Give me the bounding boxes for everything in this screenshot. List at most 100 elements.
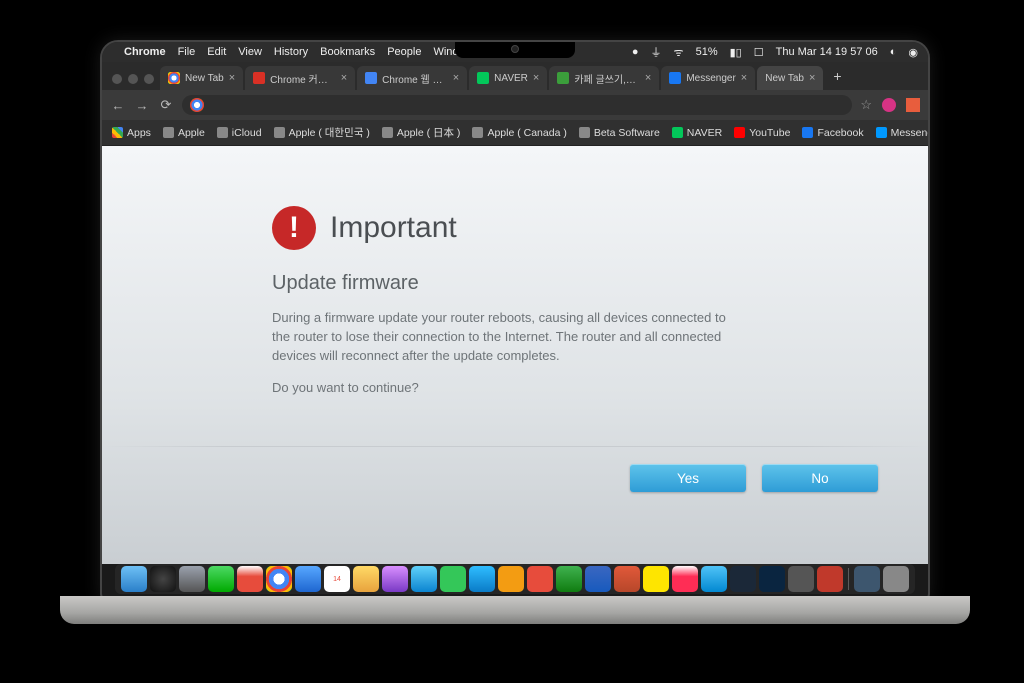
tab-0[interactable]: New Tab×: [160, 66, 243, 90]
dock-item[interactable]: [759, 566, 785, 592]
bookmark-icon: [802, 127, 813, 138]
favicon: [477, 72, 489, 84]
favicon: [669, 72, 681, 84]
close-icon[interactable]: ×: [645, 72, 651, 84]
menu-edit[interactable]: Edit: [207, 46, 226, 58]
back-button[interactable]: ←: [110, 98, 126, 113]
close-icon[interactable]: ×: [533, 72, 539, 84]
close-icon[interactable]: ×: [229, 72, 235, 84]
extension-icon[interactable]: [906, 98, 920, 112]
address-bar[interactable]: [182, 95, 852, 115]
extension-icon[interactable]: [882, 98, 896, 112]
bookmark-item[interactable]: Apple ( 대한민국 ): [274, 125, 370, 140]
close-dot[interactable]: [112, 74, 122, 84]
tab-5[interactable]: Messenger×: [661, 66, 755, 90]
app-menu[interactable]: Chrome: [124, 46, 166, 58]
tab-1[interactable]: Chrome 커뮤니티 - 'N×: [245, 66, 355, 90]
dock-item[interactable]: [411, 566, 437, 592]
dock-excel[interactable]: [556, 566, 582, 592]
bookmark-item[interactable]: iCloud: [217, 127, 262, 139]
laptop-base: [60, 596, 970, 624]
dock-steam[interactable]: [730, 566, 756, 592]
favicon: [365, 72, 377, 84]
datetime[interactable]: Thu Mar 14 19 57 06: [776, 46, 878, 58]
reload-button[interactable]: ⟳: [158, 97, 174, 113]
siri-icon[interactable]: ◉: [908, 46, 918, 59]
macos-dock: 14: [115, 564, 915, 594]
dock-trash[interactable]: [883, 566, 909, 592]
status-icon[interactable]: ●: [632, 46, 639, 58]
bookmark-item[interactable]: Apple: [163, 127, 205, 139]
menu-bookmarks[interactable]: Bookmarks: [320, 46, 375, 58]
bookmark-item[interactable]: Apple ( Canada ): [472, 127, 566, 139]
dock-messages[interactable]: [440, 566, 466, 592]
dock-item[interactable]: [382, 566, 408, 592]
dock-powerpoint[interactable]: [614, 566, 640, 592]
forward-button[interactable]: →: [134, 98, 150, 113]
menu-history[interactable]: History: [274, 46, 308, 58]
minimize-dot[interactable]: [128, 74, 138, 84]
search-engine-icon: [190, 98, 204, 112]
close-icon[interactable]: ×: [341, 72, 347, 84]
dock-kakaotalk[interactable]: [643, 566, 669, 592]
new-tab-button[interactable]: +: [825, 68, 849, 90]
dock-downloads[interactable]: [854, 566, 880, 592]
close-icon[interactable]: ×: [809, 72, 815, 84]
close-icon[interactable]: ×: [741, 72, 747, 84]
dialog-question: Do you want to continue?: [272, 380, 802, 395]
wifi-icon-2[interactable]: ᯤ: [674, 45, 684, 60]
dock-word[interactable]: [585, 566, 611, 592]
bookmark-icon: [274, 127, 285, 138]
dock-item[interactable]: [498, 566, 524, 592]
bookmark-item[interactable]: NAVER: [672, 127, 722, 139]
tab-4[interactable]: 카페 글쓰기,맥 쓰는 사×: [549, 66, 659, 90]
spotlight-icon[interactable]: ◐: [890, 46, 897, 58]
dock-item[interactable]: [353, 566, 379, 592]
language-icon[interactable]: ☐: [754, 46, 764, 59]
yes-button[interactable]: Yes: [630, 464, 746, 492]
close-icon[interactable]: ×: [453, 72, 459, 84]
maximize-dot[interactable]: [144, 74, 154, 84]
tab-3[interactable]: NAVER×: [469, 66, 547, 90]
dock-item[interactable]: [527, 566, 553, 592]
bookmark-star-icon[interactable]: ☆: [860, 97, 872, 113]
dock-item[interactable]: [237, 566, 263, 592]
wifi-icon[interactable]: ⏚: [651, 44, 662, 60]
dock-item[interactable]: [469, 566, 495, 592]
favicon: [253, 72, 265, 84]
firmware-dialog: ! Important Update firmware During a fir…: [272, 206, 802, 395]
tab-2[interactable]: Chrome 웹 스토어 - In×: [357, 66, 467, 90]
bookmark-item[interactable]: Messenger: [876, 127, 928, 139]
dock-settings[interactable]: [788, 566, 814, 592]
bookmark-icon: [579, 127, 590, 138]
dock-item[interactable]: [817, 566, 843, 592]
dialog-subtitle: Update firmware: [272, 272, 802, 295]
dock-chrome[interactable]: [266, 566, 292, 592]
dock-appstore[interactable]: [701, 566, 727, 592]
battery-percent: 51%: [696, 46, 718, 58]
no-button[interactable]: No: [762, 464, 878, 492]
dock-mail[interactable]: [295, 566, 321, 592]
menu-file[interactable]: File: [178, 46, 196, 58]
bookmark-item[interactable]: Beta Software: [579, 127, 660, 139]
dock-item[interactable]: [150, 566, 176, 592]
bookmark-item[interactable]: Facebook: [802, 127, 863, 139]
notch: [455, 42, 575, 58]
dock-calendar[interactable]: 14: [324, 566, 350, 592]
dock-item[interactable]: [208, 566, 234, 592]
bookmark-apps[interactable]: Apps: [112, 127, 151, 139]
tab-6-active[interactable]: New Tab×: [757, 66, 823, 90]
battery-icon[interactable]: ▮▯: [730, 46, 742, 59]
window-controls[interactable]: [108, 74, 160, 90]
dock-separator: [848, 568, 849, 590]
dock-launchpad[interactable]: [179, 566, 205, 592]
menu-people[interactable]: People: [387, 46, 421, 58]
bookmark-icon: [734, 127, 745, 138]
bookmark-item[interactable]: YouTube: [734, 127, 790, 139]
bookmark-item[interactable]: Apple ( 日本 ): [382, 125, 461, 140]
bookmark-icon: [163, 127, 174, 138]
dock-finder[interactable]: [121, 566, 147, 592]
dialog-title: Important: [330, 211, 457, 245]
dock-music[interactable]: [672, 566, 698, 592]
menu-view[interactable]: View: [238, 46, 262, 58]
